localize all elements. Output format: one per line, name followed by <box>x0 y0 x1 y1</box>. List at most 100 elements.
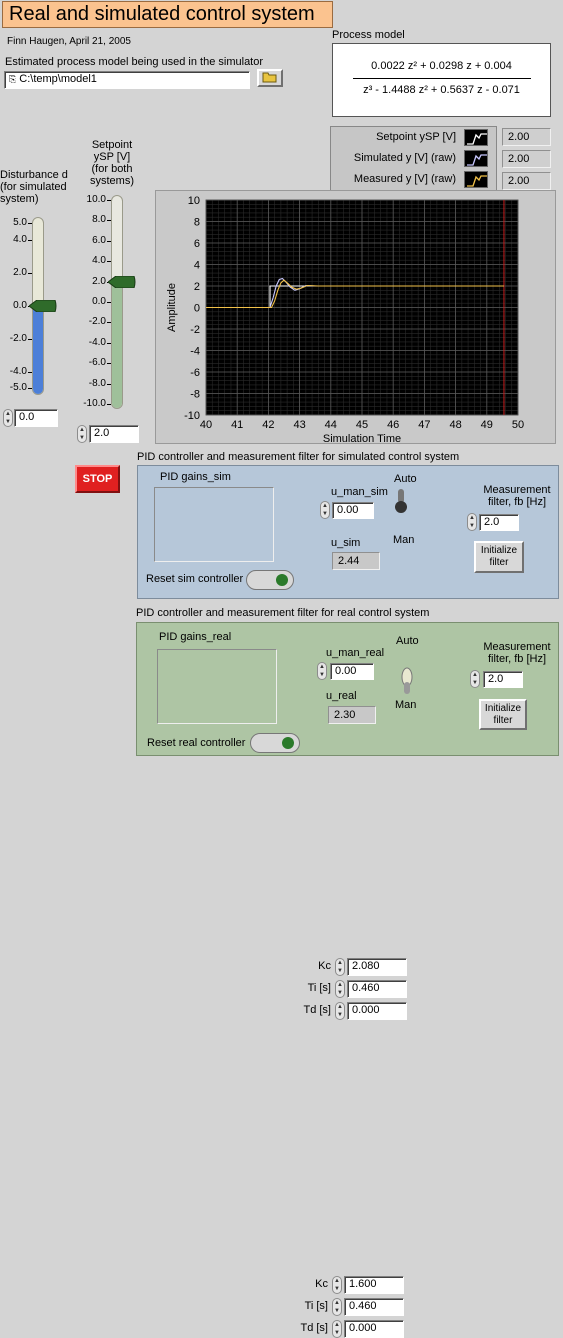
stop-button[interactable]: STOP <box>75 465 120 493</box>
app-title: Real and simulated control system <box>2 1 333 28</box>
slider-tick-label: -8.0 <box>88 377 106 389</box>
real-filter-input[interactable]: 2.0 <box>483 671 523 688</box>
legend-value-display: 2.00 <box>502 172 551 190</box>
slider-tick-label: -10.0 <box>83 398 106 409</box>
slider-tick-label: 4.0 <box>13 233 27 245</box>
gain-label: Kc <box>315 1278 328 1290</box>
real-auto-label: Auto <box>396 635 419 647</box>
disturbance-input[interactable]: 0.0 <box>14 409 58 427</box>
disturbance-spin-icon[interactable]: ▲ ▼ <box>3 409 13 427</box>
sim-section-header: PID controller and measurement filter fo… <box>137 451 460 463</box>
slider-tick-label: 8.0 <box>92 214 106 226</box>
setpoint-spin-icon[interactable]: ▲ ▼ <box>77 425 87 443</box>
sim-u-man-spin-icon[interactable]: ▲ ▼ <box>320 501 330 519</box>
gain-label: Td [s] <box>303 1004 331 1016</box>
x-tick-label: 47 <box>418 419 430 431</box>
gain-input[interactable]: 0.000 <box>347 1002 407 1020</box>
sim-initialize-filter-button[interactable]: Initialize filter <box>474 541 524 573</box>
sim-filter-input[interactable]: 2.0 <box>479 514 519 531</box>
sim-gains-title: PID gains_sim <box>160 471 231 483</box>
sim-man-label: Man <box>393 534 415 546</box>
real-gains-box <box>157 649 277 724</box>
sim-reset-button[interactable] <box>246 570 294 590</box>
slider-tick-label: -6.0 <box>88 357 106 369</box>
sim-controller-panel: PID gains_sim Kc ▲ ▼ 2.080 Ti [s] ▲ ▼ 0.460 Td [… <box>137 465 559 1020</box>
slider-tick-label: 0.0 <box>92 296 106 307</box>
legend-label: Setpoint ySP [V] <box>376 131 456 143</box>
y-tick-label: -6 <box>190 367 200 379</box>
legend-label: Simulated y [V] (raw) <box>353 152 456 164</box>
setpoint-input[interactable]: 2.0 <box>89 425 139 443</box>
sim-auto-man-toggle[interactable] <box>395 489 407 515</box>
real-auto-man-toggle[interactable] <box>400 667 413 695</box>
sim-filter-label: Measurement filter, fb [Hz] <box>483 484 551 508</box>
slider-tick-label: -4.0 <box>88 336 106 348</box>
sim-auto-label: Auto <box>394 473 417 485</box>
sim-u-man-label: u_man_sim <box>331 486 388 498</box>
setpoint-slider-track[interactable] <box>111 195 123 409</box>
tf-denominator: z³ - 1.4488 z² + 0.5637 z - 0.071 <box>363 84 520 96</box>
y-tick-label: 2 <box>194 281 200 293</box>
gain-label: Ti [s] <box>307 982 331 994</box>
slider-tick-label: 5.0 <box>13 217 27 228</box>
x-tick-label: 40 <box>200 419 212 431</box>
real-gains-title: PID gains_real <box>159 631 232 643</box>
real-u-man-spin-icon[interactable]: ▲ ▼ <box>317 662 327 680</box>
gain-input[interactable]: 0.460 <box>344 1298 404 1316</box>
sim-reset-label: Reset sim controller <box>146 573 244 585</box>
response-chart: 40 41 42 43 44 45 46 47 48 49 501086420-2-4-6-8-10… <box>166 195 524 444</box>
y-tick-label: -4 <box>190 346 200 358</box>
y-tick-label: -8 <box>190 389 200 401</box>
real-initialize-filter-button[interactable]: Initialize filter <box>479 699 527 730</box>
y-tick-label: 6 <box>194 238 200 250</box>
x-axis-label: Simulation Time <box>323 433 401 444</box>
slider-tick-label: -5.0 <box>9 382 27 393</box>
slider-tick-label: -2.0 <box>9 332 27 344</box>
slider-tick-label: 10.0 <box>86 194 106 205</box>
model-path-input[interactable]: ⎘ C:\temp\model1 <box>4 71 250 89</box>
author-label: Finn Haugen, April 21, 2005 <box>7 36 131 47</box>
sim-reset-led-icon <box>276 574 288 586</box>
legend-line-swatch <box>464 150 488 167</box>
path-icon: ⎘ <box>9 74 17 84</box>
real-filter-spin-icon[interactable]: ▲ ▼ <box>470 670 480 688</box>
gain-input[interactable]: 0.460 <box>347 980 407 998</box>
gain-input[interactable]: 2.080 <box>347 958 407 976</box>
legend-row: Measured y [V] (raw) <box>331 169 496 190</box>
gain-label: Kc <box>318 960 331 972</box>
y-tick-label: 4 <box>194 260 200 272</box>
sim-u-man-input[interactable]: 0.00 <box>332 502 374 519</box>
x-tick-label: 44 <box>325 419 337 431</box>
real-reset-button[interactable] <box>250 733 300 753</box>
slider-tick-label: -2.0 <box>88 316 106 328</box>
real-u-man-input[interactable]: 0.00 <box>330 663 374 680</box>
gain-input[interactable]: 1.600 <box>344 1276 404 1294</box>
folder-open-icon[interactable] <box>257 69 283 87</box>
real-man-label: Man <box>395 699 417 711</box>
slider-tick-label: 0.0 <box>13 299 27 311</box>
model-path-value: C:\temp\model1 <box>19 73 97 85</box>
plot-legend: Setpoint ySP [V] Simulated y [V] (raw) Mea… <box>330 126 497 192</box>
setpoint-slider-thumb[interactable] <box>107 275 136 289</box>
slider-tick-label: 2.0 <box>13 266 27 278</box>
gain-spin-icon[interactable]: ▲ ▼ <box>332 1320 342 1338</box>
gain-label: Ti [s] <box>304 1300 328 1312</box>
sim-gains-box <box>154 487 274 562</box>
legend-row: Simulated y [V] (raw) <box>331 148 496 169</box>
gain-input[interactable]: 0.000 <box>344 1320 404 1338</box>
process-model-display: 0.0022 z² + 0.0298 z + 0.004 z³ - 1.4488… <box>332 43 551 117</box>
x-tick-label: 42 <box>262 419 274 431</box>
setpoint-label: Setpoint ySP [V] (for both systems) <box>90 139 134 187</box>
gain-spin-icon[interactable]: ▲ ▼ <box>335 1002 345 1020</box>
legend-value-display: 2.00 <box>502 150 551 168</box>
legend-row: Setpoint ySP [V] <box>331 127 496 148</box>
gain-spin-icon[interactable]: ▲ ▼ <box>335 958 345 976</box>
gain-label: Td [s] <box>300 1322 328 1334</box>
gain-spin-icon[interactable]: ▲ ▼ <box>332 1276 342 1294</box>
real-controller-panel: PID gains_real Kc ▲ ▼ 1.600 Ti [s] ▲ ▼ 0.460 Td … <box>136 622 559 1338</box>
sim-filter-spin-icon[interactable]: ▲ ▼ <box>467 513 477 531</box>
gain-spin-icon[interactable]: ▲ ▼ <box>332 1298 342 1316</box>
x-tick-label: 43 <box>293 419 305 431</box>
gain-spin-icon[interactable]: ▲ ▼ <box>335 980 345 998</box>
disturbance-slider-thumb[interactable] <box>28 299 57 312</box>
